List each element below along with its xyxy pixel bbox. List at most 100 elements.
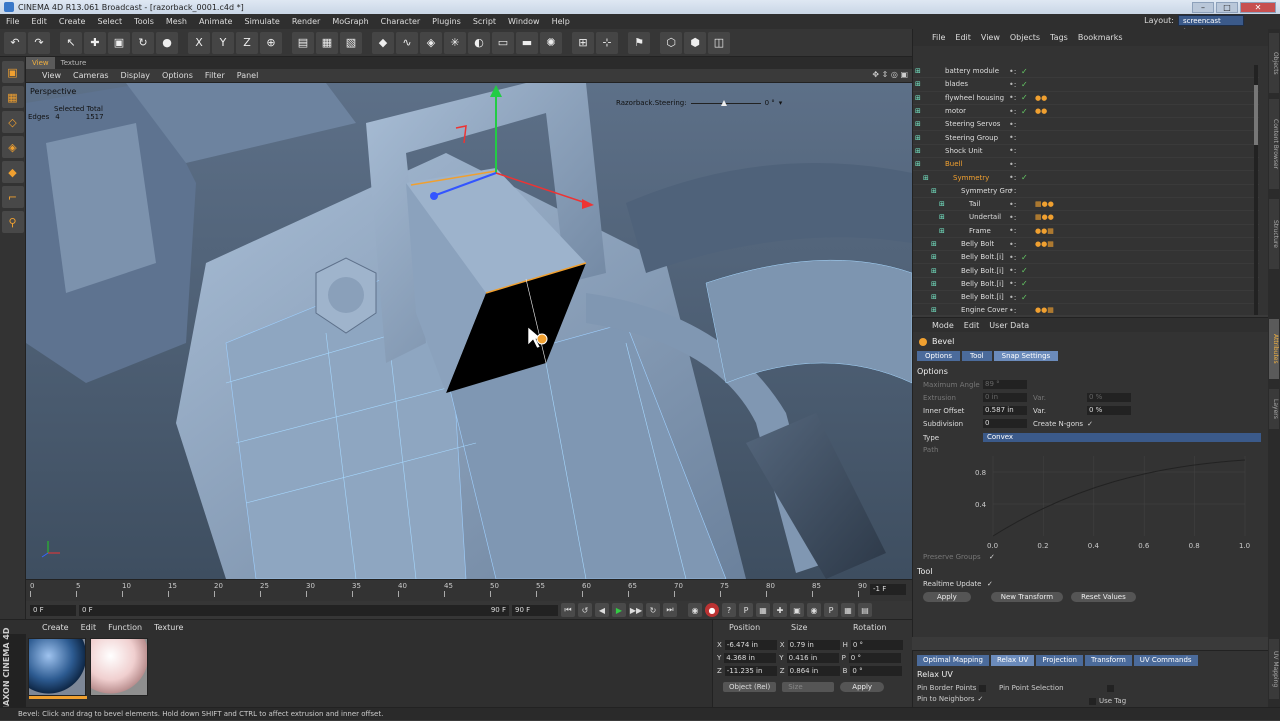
attribute-tab-options[interactable]: Options (917, 351, 961, 361)
reset-values-button[interactable]: Reset Values (1071, 592, 1136, 602)
uv-tab-relax-uv[interactable]: Relax UV (990, 655, 1035, 666)
visibility-dots[interactable]: •: (1009, 279, 1016, 288)
render-settings-icon[interactable]: ▧ (340, 31, 362, 54)
transport-button[interactable]: ↻ (646, 603, 660, 617)
object-list-scrollbar[interactable] (1254, 65, 1258, 315)
side-tab-content-browser[interactable]: Content Browser (1269, 99, 1279, 189)
transport-button[interactable]: P (824, 603, 838, 617)
transport-button[interactable]: ↺ (578, 603, 592, 617)
transport-button[interactable]: ▣ (790, 603, 804, 617)
menu-window[interactable]: Window (502, 17, 546, 26)
visibility-dots[interactable]: •: (1009, 93, 1016, 102)
viewport-menu-filter[interactable]: Filter (199, 71, 231, 80)
start-frame-field[interactable]: 0 F (30, 604, 76, 616)
x-axis-icon[interactable]: X (188, 31, 210, 54)
side-tab-structure[interactable]: Structure (1269, 199, 1279, 269)
scene-icon[interactable]: ▭ (492, 31, 514, 54)
menu-render[interactable]: Render (286, 17, 326, 26)
nurbs-icon[interactable]: ◈ (420, 31, 442, 54)
enabled-check[interactable]: ✓ (1021, 266, 1028, 275)
magnet-icon[interactable]: ⚲ (1, 211, 24, 233)
type-dropdown[interactable]: Convex (983, 433, 1261, 442)
enabled-check[interactable]: ✓ (1021, 80, 1028, 89)
material-swatch-blue[interactable] (28, 638, 87, 699)
menu-select[interactable]: Select (91, 17, 128, 26)
max-angle-field[interactable]: 89 ° (983, 380, 1027, 389)
render-picture-icon[interactable]: ▦ (316, 31, 338, 54)
uv-tab-uv-commands[interactable]: UV Commands (1133, 655, 1198, 666)
object-row[interactable]: ⊞ Engine Cover •: ●●▦ (913, 304, 1259, 318)
viewport-tab-view[interactable]: View (26, 57, 55, 69)
transport-button[interactable]: ▦ (841, 603, 855, 617)
pin-neighbors-checkbox[interactable]: ✓ (978, 695, 984, 703)
visibility-dots[interactable]: •: (1009, 120, 1016, 129)
path-curve-graph[interactable]: 0.0 0.2 0.4 0.6 0.8 1.0 0.8 0.4 (975, 452, 1255, 552)
create-ngons-checkbox[interactable]: ✓ (1087, 420, 1093, 428)
attribute-tab-tool[interactable]: Tool (962, 351, 992, 361)
coords-rotation-field[interactable]: 0 ° (850, 640, 903, 650)
coords-position-field[interactable]: 4.368 in (724, 653, 777, 663)
menu-file[interactable]: File (0, 17, 25, 26)
viewport-tab-texture[interactable]: Texture (55, 57, 93, 69)
object-row[interactable]: ⊞ Steering Group •: (913, 131, 1259, 145)
visibility-dots[interactable]: •: (1009, 266, 1016, 275)
polygons-icon[interactable]: ◆ (1, 161, 24, 183)
enabled-check[interactable]: ✓ (1021, 253, 1028, 262)
deformer-icon[interactable]: ◐ (468, 31, 490, 54)
coords-size-field[interactable]: 0.864 in (787, 666, 840, 676)
redo-icon[interactable]: ↷ (28, 31, 50, 54)
pin-border-checkbox[interactable] (979, 684, 987, 692)
object-tags[interactable]: ▦●● (1035, 200, 1054, 208)
menu-plugins[interactable]: Plugins (426, 17, 467, 26)
coords-size-field[interactable]: 0.79 in (787, 640, 840, 650)
side-tab-objects[interactable]: Objects (1269, 33, 1279, 93)
transport-button[interactable]: ▶▶ (629, 603, 643, 617)
model-mode-icon[interactable]: ▣ (1, 61, 24, 83)
object-row[interactable]: ⊞ Symmetry •: ✓ (913, 171, 1259, 185)
viewport-3d[interactable]: Perspective Selected Total Edges 4 1517 … (26, 83, 912, 579)
object-row[interactable]: ⊞ Belly Bolt.[i] •: ✓ (913, 264, 1259, 278)
move-icon[interactable]: ✚ (84, 31, 106, 54)
transport-button[interactable]: ● (705, 603, 719, 617)
transport-button[interactable]: ⏭ (663, 603, 677, 617)
enabled-check[interactable]: ✓ (1021, 93, 1028, 102)
material-menu-create[interactable]: Create (36, 623, 75, 632)
uv-tab-transform[interactable]: Transform (1084, 655, 1132, 666)
edit-icon[interactable]: ⊞ (572, 31, 594, 54)
realtime-update-checkbox[interactable]: ✓ (987, 580, 993, 588)
visibility-dots[interactable]: •: (1009, 253, 1016, 262)
inner-offset-field[interactable]: 0.587 in (983, 406, 1027, 415)
transport-button[interactable]: ▦ (756, 603, 770, 617)
maximize-button[interactable]: □ (1216, 1, 1238, 13)
object-row[interactable]: ⊞ Frame •: ●●▦ (913, 225, 1259, 238)
menu-character[interactable]: Character (375, 17, 427, 26)
attribute-menu-user-data[interactable]: User Data (984, 321, 1034, 330)
visibility-dots[interactable]: •: (1009, 133, 1016, 142)
viewport-menu-cameras[interactable]: Cameras (67, 71, 115, 80)
array-icon[interactable]: ✳ (444, 31, 466, 54)
viewport-camera-label[interactable]: Perspective (30, 87, 76, 96)
object-menu-view[interactable]: View (976, 33, 1005, 42)
transport-button[interactable]: ▶ (612, 603, 626, 617)
enabled-check[interactable]: ✓ (1021, 67, 1028, 76)
z-axis-icon[interactable]: Z (236, 31, 258, 54)
side-tab-attributes[interactable]: Attributes (1269, 319, 1279, 379)
visibility-dots[interactable]: •: (1009, 213, 1016, 222)
object-tags[interactable]: ●● (1035, 94, 1047, 102)
timeline-ruler[interactable]: 0 5 10 15 20 25 30 35 40 45 50 55 60 65 70 75 80 85 90 (30, 582, 870, 598)
coords-rotation-field[interactable]: 0 ° (850, 666, 903, 676)
transport-button[interactable]: P (739, 603, 753, 617)
scale-icon[interactable]: ▣ (108, 31, 130, 54)
new-transform-button[interactable]: New Transform (990, 592, 1064, 602)
polygons-mode-icon[interactable]: ◫ (708, 31, 730, 54)
var1-field[interactable]: 0 % (1087, 393, 1131, 402)
object-row[interactable]: ⊞ Steering Servos •: (913, 118, 1259, 132)
camera-icon[interactable]: ▬ (516, 31, 538, 54)
edges-mode-icon[interactable]: ⬢ (684, 31, 706, 54)
visibility-dots[interactable]: •: (1009, 200, 1016, 209)
transport-button[interactable]: ◀ (595, 603, 609, 617)
points-mode-icon[interactable]: ⬡ (660, 31, 682, 54)
visibility-dots[interactable]: •: (1009, 173, 1016, 182)
object-menu-edit[interactable]: Edit (950, 33, 976, 42)
menu-tools[interactable]: Tools (128, 17, 160, 26)
